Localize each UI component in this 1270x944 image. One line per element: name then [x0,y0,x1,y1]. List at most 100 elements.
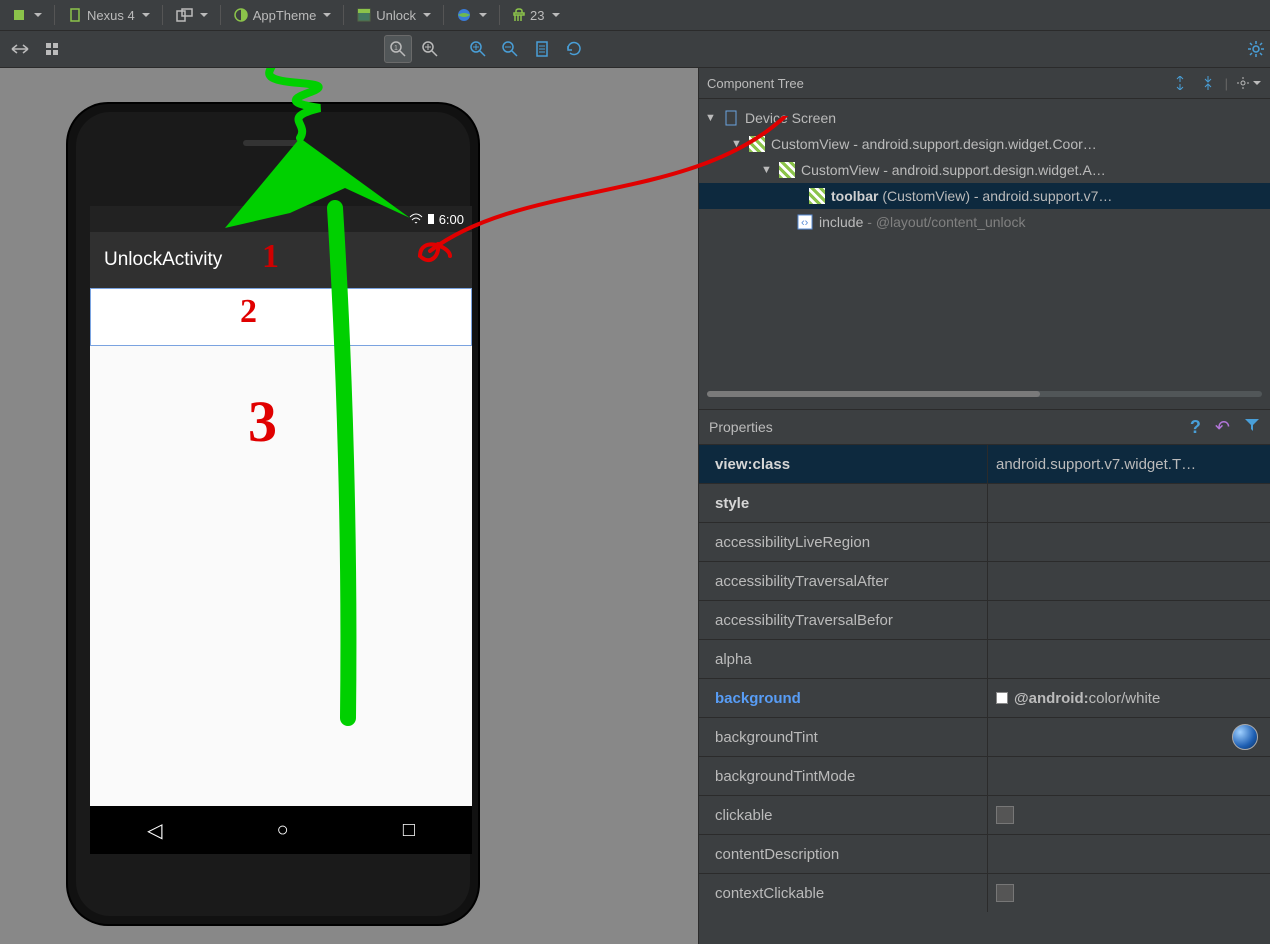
property-value[interactable] [988,806,1270,824]
property-name: contextClickable [699,874,988,912]
tree-settings-icon[interactable] [1234,72,1262,94]
android-config-button[interactable] [4,0,49,30]
customview-icon [779,162,795,178]
separator [54,5,55,25]
property-value[interactable]: android.support.v7.widget.T… [988,456,1270,473]
color-picker-icon[interactable] [1232,724,1258,750]
collapse-tree-icon[interactable] [1197,72,1219,94]
separator [343,5,344,25]
property-row[interactable]: accessibilityTraversalBefor [699,600,1270,639]
tree-appbar-layout[interactable]: ▼ CustomView - android.support.design.wi… [699,157,1270,183]
zoom-actual-icon[interactable]: 1 [384,35,412,63]
expand-horizontal-icon[interactable] [6,35,34,63]
app-bar: UnlockActivity [90,232,472,288]
help-icon[interactable]: ? [1190,417,1201,438]
tree-arrow-icon[interactable]: ▼ [761,164,773,176]
settings-gear-icon[interactable] [1242,35,1270,63]
svg-text:1: 1 [394,45,398,52]
property-row[interactable]: view:classandroid.support.v7.widget.T… [699,444,1270,483]
battery-icon [427,213,435,225]
checkbox[interactable] [996,806,1014,824]
tree-arrow-icon[interactable]: ▼ [731,138,743,150]
properties-panel: Properties ? ↶ view:classandroid.support… [699,409,1270,944]
filter-icon[interactable] [1244,417,1260,438]
separator [162,5,163,25]
tree-empty-area [699,235,1270,385]
layout-select-button[interactable]: Unlock [349,0,438,30]
component-tree[interactable]: ▼ Device Screen ▼ CustomView - android.s… [699,99,1270,403]
property-row[interactable]: backgroundTintMode [699,756,1270,795]
separator [220,5,221,25]
separator: | [1225,76,1228,91]
tree-label: include - @layout/content_unlock [819,214,1025,230]
property-row[interactable]: backgroundTint [699,717,1270,756]
navigation-bar: ◁ ○ □ [90,806,472,854]
theme-select-button[interactable]: AppTheme [226,0,339,30]
property-row[interactable]: style [699,483,1270,522]
toolbar-view-selected[interactable] [90,288,472,346]
undo-icon[interactable]: ↶ [1215,417,1230,438]
api-select-button[interactable]: 23 [505,0,566,30]
device-select-button[interactable]: Nexus 4 [60,0,157,30]
tree-coordinator-layout[interactable]: ▼ CustomView - android.support.design.wi… [699,131,1270,157]
content-include [90,346,472,844]
property-row[interactable]: contentDescription [699,834,1270,873]
locale-button[interactable] [449,0,494,30]
tree-horizontal-scrollbar[interactable] [707,391,1262,397]
tree-toolbar-selected[interactable]: toolbar (CustomView) - android.support.v… [699,183,1270,209]
property-value[interactable] [988,884,1270,902]
device-speaker [243,140,303,146]
activity-title: UnlockActivity [104,249,222,271]
color-swatch-icon [996,692,1008,704]
refresh-icon[interactable] [560,35,588,63]
layout-preview-canvas[interactable]: 6:00 UnlockActivity ◁ ○ □ [0,68,698,944]
clipboard-icon[interactable] [528,35,556,63]
include-icon: ‹› [797,214,813,230]
expand-tree-icon[interactable] [1169,72,1191,94]
property-row[interactable]: alpha [699,639,1270,678]
property-row[interactable]: clickable [699,795,1270,834]
theme-label: AppTheme [253,8,317,23]
fragments-icon[interactable] [38,35,66,63]
property-row[interactable]: contextClickable [699,873,1270,912]
zoom-in-icon[interactable] [464,35,492,63]
checkbox[interactable] [996,884,1014,902]
scrollbar-thumb[interactable] [707,391,1040,397]
tree-label: CustomView - android.support.design.widg… [801,162,1106,178]
property-row[interactable]: background@android:color/white [699,678,1270,717]
property-name: accessibilityLiveRegion [699,523,988,561]
wifi-icon [409,213,423,225]
device-icon [723,110,739,126]
svg-text:‹›: ‹› [801,217,809,229]
zoom-fit-icon[interactable] [416,35,444,63]
tree-device-screen[interactable]: ▼ Device Screen [699,105,1270,131]
property-name: accessibilityTraversalAfter [699,562,988,600]
status-bar: 6:00 [90,206,472,232]
right-panel: Component Tree | ▼ Device Screen ▼ Custo… [698,68,1270,944]
preview-toolbar: 1 [0,31,1270,68]
tree-arrow-icon[interactable]: ▼ [705,112,717,124]
component-tree-header: Component Tree | [699,68,1270,99]
orientation-button[interactable] [168,0,215,30]
component-tree-title: Component Tree [707,76,804,91]
property-row[interactable]: accessibilityLiveRegion [699,522,1270,561]
nav-home-icon: ○ [277,819,289,842]
property-value[interactable] [988,724,1270,750]
layout-label: Unlock [376,8,416,23]
device-label: Nexus 4 [87,8,135,23]
tree-label: toolbar (CustomView) - android.support.v… [831,188,1112,204]
customview-icon [749,136,765,152]
separator [499,5,500,25]
properties-table[interactable]: view:classandroid.support.v7.widget.T…st… [699,444,1270,944]
property-row[interactable]: accessibilityTraversalAfter [699,561,1270,600]
property-name: accessibilityTraversalBefor [699,601,988,639]
property-value[interactable]: @android:color/white [988,690,1270,707]
status-time: 6:00 [439,212,464,227]
properties-header: Properties ? ↶ [699,410,1270,444]
tree-include[interactable]: ‹› include - @layout/content_unlock [699,209,1270,235]
tree-label: Device Screen [745,110,836,126]
zoom-out-icon[interactable] [496,35,524,63]
property-name: clickable [699,796,988,834]
property-name: view:class [699,445,988,483]
property-name: contentDescription [699,835,988,873]
